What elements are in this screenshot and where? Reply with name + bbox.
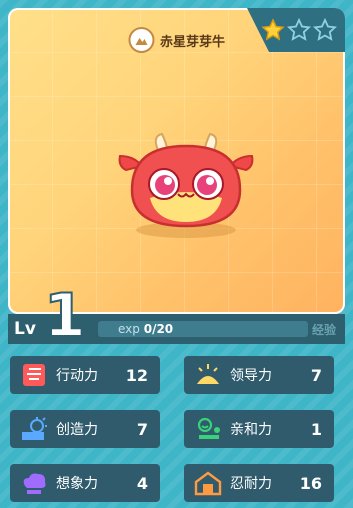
pet-card-frame: 赤星芽芽牛 Lv 1 exp 0/20 经验 行动力 12 领导力 7 创造力 …: [0, 0, 353, 508]
pet-portrait-card: 赤星芽芽牛: [8, 8, 345, 314]
stat-leadership: 领导力 7: [184, 356, 334, 394]
exp-readout: exp 0/20: [118, 322, 174, 336]
people-icon: [190, 414, 226, 444]
level-number: 1: [43, 281, 87, 351]
pet-name: 赤星芽芽牛: [159, 34, 226, 50]
stat-imagination: 想象力 4: [10, 464, 160, 502]
stat-name: 亲和力: [230, 422, 272, 438]
running-icon: [16, 360, 52, 390]
level-label: Lv: [14, 319, 36, 339]
exp-progress-bar: exp 0/20: [98, 321, 308, 337]
star-empty-icon: [313, 18, 337, 41]
star-rating: [261, 18, 337, 42]
pet-title: 赤星芽芽牛: [127, 27, 226, 53]
stat-endurance: 忍耐力 16: [184, 464, 334, 502]
mountain-badge-icon: [127, 27, 154, 53]
exp-label: 经验: [312, 323, 337, 337]
stat-name: 领导力: [230, 368, 272, 384]
level-bar: Lv 1 exp 0/20 经验: [8, 285, 345, 347]
stat-value: 7: [136, 419, 148, 439]
stat-name: 行动力: [56, 368, 98, 384]
cloud-icon: [16, 468, 52, 498]
stat-value: 1: [310, 419, 322, 439]
lightbulb-icon: [16, 414, 52, 444]
stat-name: 忍耐力: [230, 476, 272, 492]
stat-creativity: 创造力 7: [10, 410, 160, 448]
stat-value: 7: [310, 365, 322, 385]
stat-value: 16: [299, 473, 322, 493]
stat-name: 创造力: [56, 422, 98, 438]
stat-affinity: 亲和力 1: [184, 410, 334, 448]
stat-value: 12: [125, 365, 148, 385]
house-icon: [190, 468, 226, 498]
stat-name: 想象力: [56, 476, 98, 492]
stat-action: 行动力 12: [10, 356, 160, 394]
star-filled-icon: [261, 18, 285, 41]
sunrise-icon: [190, 360, 226, 390]
star-empty-icon: [287, 18, 311, 41]
pet-creature-image: [118, 132, 254, 238]
stat-value: 4: [136, 473, 148, 493]
